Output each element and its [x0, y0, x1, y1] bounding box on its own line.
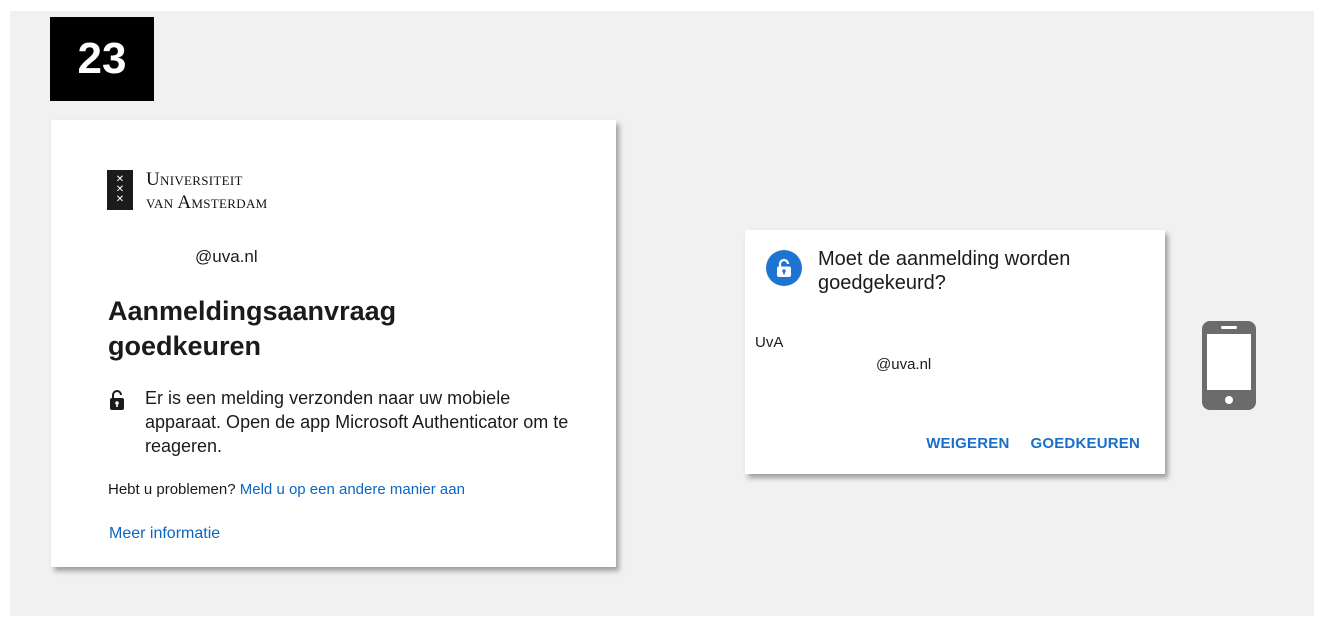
- uva-wordmark: Universiteit van Amsterdam: [146, 168, 268, 214]
- smartphone-icon: [1202, 321, 1256, 410]
- lock-glyph: [777, 258, 791, 277]
- problems-prefix: Hebt u problemen?: [108, 481, 236, 498]
- deny-button[interactable]: WEIGEREN: [926, 435, 1009, 452]
- alternate-signin-link[interactable]: Meld u op een andere manier aan: [240, 481, 465, 498]
- dialog-actions: WEIGEREN GOEDKEUREN: [926, 435, 1140, 452]
- lock-icon: [110, 390, 124, 410]
- uva-wordmark-line2: van Amsterdam: [146, 192, 268, 213]
- notification-notice: Er is een melding verzonden naar uw mobi…: [109, 386, 585, 458]
- uva-logo: ✕ ✕ ✕ Universiteit van Amsterdam: [107, 168, 268, 214]
- signin-card: ✕ ✕ ✕ Universiteit van Amsterdam @uva.nl…: [51, 120, 616, 567]
- uva-emblem-icon: ✕ ✕ ✕: [107, 170, 133, 210]
- dialog-title: Moet de aanmelding worden goedgekeurd?: [818, 248, 1071, 294]
- more-info-link[interactable]: Meer informatie: [109, 525, 220, 543]
- dialog-org: UvA: [755, 334, 784, 351]
- page-title: Aanmeldingsaanvraag goedkeuren: [108, 296, 397, 361]
- step-number-badge: 23: [50, 17, 154, 101]
- problems-line: Hebt u problemen? Meld u op een andere m…: [108, 481, 465, 498]
- notice-text: Er is een melding verzonden naar uw mobi…: [145, 388, 569, 456]
- uva-wordmark-line1: Universiteit: [146, 169, 243, 190]
- dialog-account-email: @uva.nl: [876, 356, 932, 373]
- emblem-cross: ✕: [115, 194, 125, 205]
- approve-button[interactable]: GOEDKEUREN: [1030, 435, 1140, 452]
- authenticator-dialog: Moet de aanmelding worden goedgekeurd? U…: [745, 230, 1165, 474]
- lock-icon: [766, 250, 802, 286]
- account-email: @uva.nl: [195, 247, 258, 266]
